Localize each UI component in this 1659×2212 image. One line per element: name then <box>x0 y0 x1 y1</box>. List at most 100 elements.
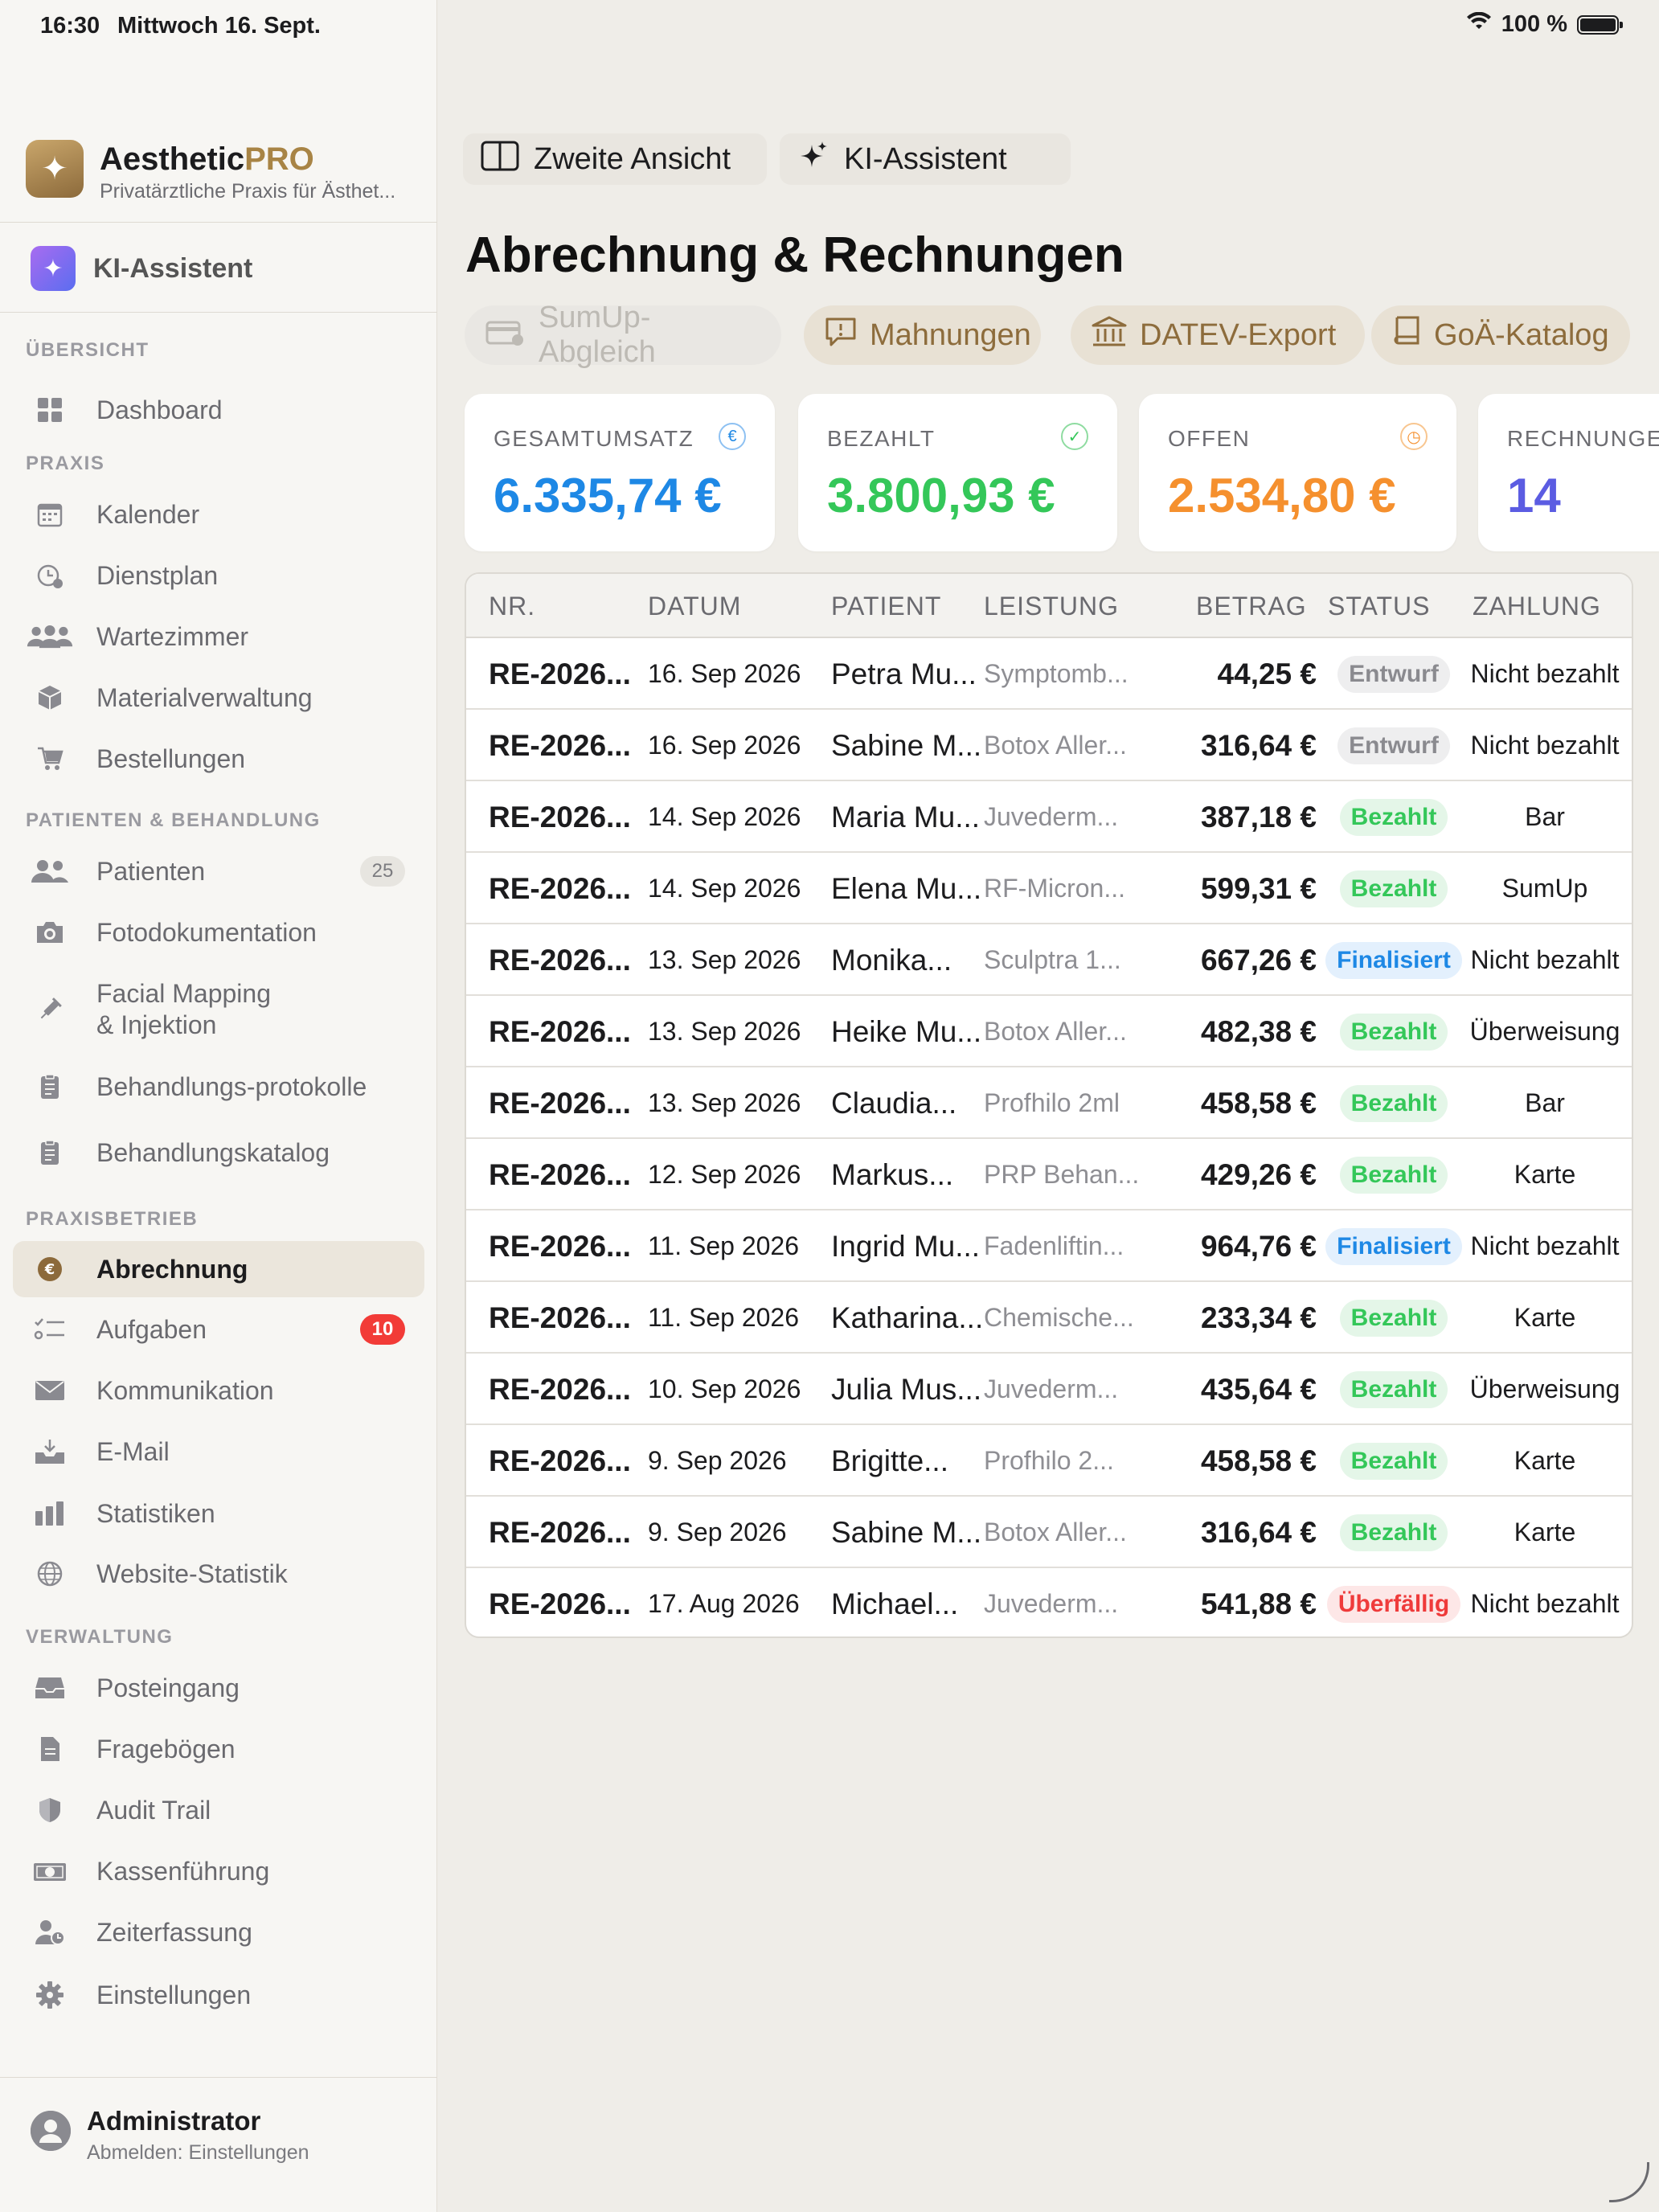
invoice-amount: 233,34 € <box>1200 1301 1317 1334</box>
sidebar-item-label: Behandlungskatalog <box>96 1137 330 1167</box>
table-row[interactable]: RE-2026... 9. Sep 2026 Sabine M... Botox Al… <box>466 1497 1632 1568</box>
sidebar-item-facial-mapping[interactable]: Facial Mapping & Injektion <box>13 969 424 1050</box>
sidebar-item-materialverwaltung[interactable]: Materialverwaltung <box>13 672 424 723</box>
invoice-date: 14. Sep 2026 <box>648 802 801 831</box>
invoice-number: RE-2026... <box>489 871 631 905</box>
envelope-icon <box>26 1377 74 1404</box>
sidebar-item-dashboard[interactable]: Dashboard <box>13 384 424 436</box>
sidebar-item-label: Aufgaben <box>96 1314 207 1344</box>
table-row[interactable]: RE-2026... 17. Aug 2026 Michael... Juvederm… <box>466 1568 1632 1636</box>
invoice-date: 9. Sep 2026 <box>648 1446 787 1475</box>
invoice-number: RE-2026... <box>489 1444 631 1477</box>
payment-method: Überweisung <box>1469 1374 1620 1403</box>
goae-catalog-button[interactable]: GoÄ-Katalog <box>1371 305 1630 365</box>
sidebar-item-label: Einstellungen <box>96 1980 252 2009</box>
sidebar-item-statistiken[interactable]: Statistiken <box>13 1488 424 1539</box>
table-row[interactable]: RE-2026... 11. Sep 2026 Ingrid Mu... Fadenl… <box>466 1210 1632 1282</box>
sidebar-item-posteingang[interactable]: Posteingang <box>13 1662 424 1714</box>
card-label: RECHNUNGEN <box>1507 426 1659 451</box>
sidebar-item-website-statistik[interactable]: Website-Statistik <box>13 1548 424 1600</box>
resize-corner-icon[interactable] <box>1609 2162 1649 2202</box>
sidebar-ki-assistant[interactable]: ✦ KI-Assistent <box>31 243 424 294</box>
table-row[interactable]: RE-2026... 9. Sep 2026 Brigitte... Profhilo… <box>466 1425 1632 1497</box>
table-row[interactable]: RE-2026... 12. Sep 2026 Markus... PRP Behan… <box>466 1139 1632 1210</box>
sparkle-logo-icon: ✦ <box>26 140 84 198</box>
status-badge: Finalisiert <box>1325 1227 1462 1265</box>
invoice-amount: 541,88 € <box>1200 1587 1317 1620</box>
facial-line-2: & Injektion <box>96 1010 217 1039</box>
sidebar-item-behandlungskatalog[interactable]: Behandlungskatalog <box>13 1127 424 1178</box>
camera-icon <box>26 919 74 946</box>
status-badge: Entwurf <box>1337 727 1450 764</box>
clock-icon: ◷ <box>1400 423 1428 450</box>
sidebar-item-audit-trail[interactable]: Audit Trail <box>13 1784 424 1836</box>
table-header: NR. DATUM PATIENT LEISTUNG BETRAG STATUS… <box>466 574 1632 638</box>
sidebar-item-abrechnung[interactable]: € Abrechnung <box>13 1241 424 1297</box>
sidebar-item-label: Dashboard <box>96 395 223 424</box>
col-status[interactable]: STATUS <box>1328 592 1430 621</box>
sidebar-item-zeiterfassung[interactable]: Zeiterfassung <box>13 1907 424 1958</box>
globe-icon <box>26 1560 74 1587</box>
col-betrag[interactable]: BETRAG <box>1196 592 1307 621</box>
patient-name: Ingrid Mu... <box>831 1229 981 1263</box>
status-cell: Finalisiert <box>1323 1210 1464 1282</box>
sidebar-item-kassenfuehrung[interactable]: Kassenführung <box>13 1845 424 1897</box>
sidebar-item-kommunikation[interactable]: Kommunikation <box>13 1365 424 1416</box>
ki-assistant-button[interactable]: KI-Assistent <box>780 133 1071 185</box>
table-row[interactable]: RE-2026... 10. Sep 2026 Julia Mus... Juvede… <box>466 1354 1632 1425</box>
invoice-number: RE-2026... <box>489 1301 631 1334</box>
patient-name: Claudia... <box>831 1086 957 1120</box>
sidebar-item-wartezimmer[interactable]: Wartezimmer <box>13 611 424 662</box>
datev-export-button[interactable]: DATEV-Export <box>1071 305 1365 365</box>
patient-name: Markus... <box>831 1157 954 1191</box>
sidebar-item-aufgaben[interactable]: Aufgaben 10 <box>13 1304 424 1355</box>
status-badge: Entwurf <box>1337 655 1450 693</box>
card-paid: BEZAHLT ✓ 3.800,93 € <box>798 394 1117 551</box>
col-leistung[interactable]: LEISTUNG <box>984 592 1119 621</box>
sidebar-item-patienten[interactable]: Patienten 25 <box>13 846 424 897</box>
status-badge: Bezahlt <box>1339 1084 1448 1122</box>
col-datum[interactable]: DATUM <box>648 592 741 621</box>
user-account[interactable]: Administrator Abmelden: Einstellungen <box>31 2093 424 2165</box>
payment-method: Bar <box>1525 1088 1565 1117</box>
person-circle-icon <box>31 2111 71 2151</box>
second-view-button[interactable]: Zweite Ansicht <box>463 133 767 185</box>
patient-name: Petra Mu... <box>831 657 977 690</box>
sumup-reconcile-button[interactable]: SumUp-Abgleich <box>465 301 781 369</box>
col-nr[interactable]: NR. <box>489 592 535 621</box>
sidebar-item-fotodokumentation[interactable]: Fotodokumentation <box>13 907 424 958</box>
invoice-date: 13. Sep 2026 <box>648 1088 801 1117</box>
sidebar-item-email[interactable]: E-Mail <box>13 1426 424 1477</box>
payment-method: Nicht bezahlt <box>1470 1589 1620 1618</box>
sidebar-item-label: Wartezimmer <box>96 621 249 651</box>
status-badge: Bezahlt <box>1339 1156 1448 1194</box>
checkmark-circle-icon: ✓ <box>1061 423 1088 450</box>
dunning-button[interactable]: Mahnungen <box>804 305 1041 365</box>
section-business: PRAXISBETRIEB <box>26 1208 199 1230</box>
table-row[interactable]: RE-2026... 16. Sep 2026 Petra Mu... Symptom… <box>466 638 1632 710</box>
table-row[interactable]: RE-2026... 14. Sep 2026 Elena Mu... RF-Micr… <box>466 853 1632 924</box>
table-row[interactable]: RE-2026... 14. Sep 2026 Maria Mu... Juveder… <box>466 781 1632 853</box>
table-row[interactable]: RE-2026... 16. Sep 2026 Sabine M... Botox A… <box>466 710 1632 781</box>
section-overview: ÜBERSICHT <box>26 339 150 361</box>
invoice-date: 13. Sep 2026 <box>648 1017 801 1046</box>
goae-label: GoÄ-Katalog <box>1434 317 1609 352</box>
table-row[interactable]: RE-2026... 11. Sep 2026 Katharina... Chemis… <box>466 1282 1632 1354</box>
sidebar-item-label: Statistiken <box>96 1498 215 1528</box>
sidebar-item-einstellungen[interactable]: Einstellungen <box>13 1969 424 2021</box>
sidebar-item-dienstplan[interactable]: Dienstplan <box>13 550 424 601</box>
invoice-number: RE-2026... <box>489 1587 631 1620</box>
table-row[interactable]: RE-2026... 13. Sep 2026 Monika... Sculptra … <box>466 924 1632 996</box>
service-name: Juvederm... <box>984 1374 1119 1403</box>
sidebar-item-bestellungen[interactable]: Bestellungen <box>13 733 424 784</box>
sidebar-item-frageboegen[interactable]: Fragebögen <box>13 1723 424 1775</box>
sidebar-item-kalender[interactable]: Kalender <box>13 489 424 540</box>
table-row[interactable]: RE-2026... 13. Sep 2026 Claudia... Profhilo… <box>466 1067 1632 1139</box>
payment-method: Nicht bezahlt <box>1470 659 1620 688</box>
col-patient[interactable]: PATIENT <box>831 592 941 621</box>
wifi-icon <box>1466 11 1492 38</box>
brand-header[interactable]: ✦ AestheticPRO Privatärztliche Praxis fü… <box>26 140 420 204</box>
col-zahlung[interactable]: ZAHLUNG <box>1473 592 1601 621</box>
table-row[interactable]: RE-2026... 13. Sep 2026 Heike Mu... Botox A… <box>466 996 1632 1067</box>
sidebar-item-behandlungsprotokolle[interactable]: Behandlungs-protokolle <box>13 1061 424 1112</box>
